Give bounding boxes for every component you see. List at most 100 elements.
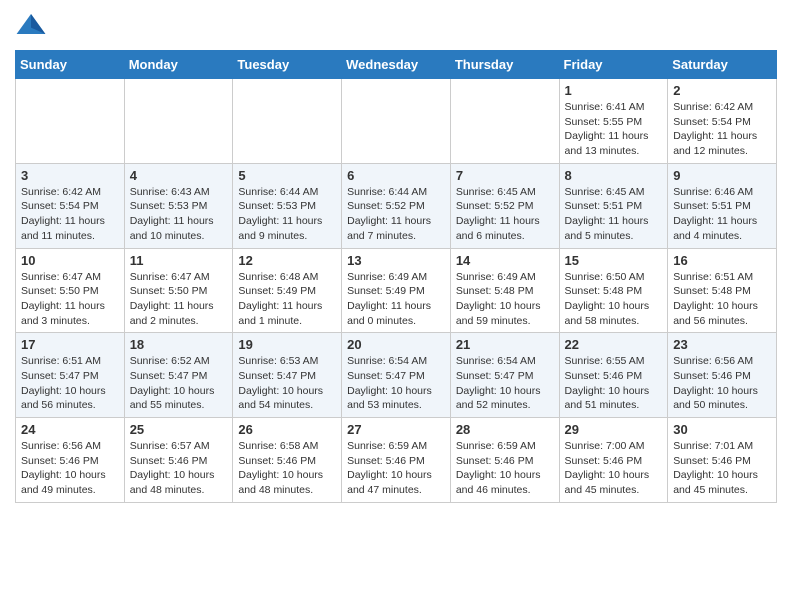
day-number: 14 bbox=[456, 253, 554, 268]
calendar-week-row: 10 Sunrise: 6:47 AM Sunset: 5:50 PM Dayli… bbox=[16, 248, 777, 333]
calendar-cell: 1 Sunrise: 6:41 AM Sunset: 5:55 PM Daylig… bbox=[559, 79, 668, 164]
day-number: 10 bbox=[21, 253, 119, 268]
day-number: 7 bbox=[456, 168, 554, 183]
day-info: Sunrise: 6:42 AM Sunset: 5:54 PM Dayligh… bbox=[21, 185, 119, 244]
calendar-cell: 11 Sunrise: 6:47 AM Sunset: 5:50 PM Dayli… bbox=[124, 248, 233, 333]
calendar-cell: 28Sunrise: 6:59 AM Sunset: 5:46 PM Dayli… bbox=[450, 418, 559, 503]
calendar-cell: 9 Sunrise: 6:46 AM Sunset: 5:51 PM Daylig… bbox=[668, 163, 777, 248]
day-info: Sunrise: 6:45 AM Sunset: 5:52 PM Dayligh… bbox=[456, 185, 554, 244]
calendar-cell: 5 Sunrise: 6:44 AM Sunset: 5:53 PM Daylig… bbox=[233, 163, 342, 248]
day-info: Sunrise: 6:59 AM Sunset: 5:46 PM Dayligh… bbox=[456, 439, 554, 498]
day-number: 9 bbox=[673, 168, 771, 183]
day-number: 24 bbox=[21, 422, 119, 437]
calendar-cell bbox=[450, 79, 559, 164]
day-number: 15 bbox=[565, 253, 663, 268]
day-number: 23 bbox=[673, 337, 771, 352]
day-number: 26 bbox=[238, 422, 336, 437]
calendar-cell: 22 Sunrise: 6:55 AM Sunset: 5:46 PM Dayli… bbox=[559, 333, 668, 418]
calendar-week-row: 24 Sunrise: 6:56 AM Sunset: 5:46 PM Dayli… bbox=[16, 418, 777, 503]
calendar-cell: 19 Sunrise: 6:53 AM Sunset: 5:47 PM Dayli… bbox=[233, 333, 342, 418]
day-of-week-header: Sunday bbox=[16, 51, 125, 79]
day-number: 3 bbox=[21, 168, 119, 183]
day-number: 20 bbox=[347, 337, 445, 352]
day-number: 25 bbox=[130, 422, 228, 437]
calendar-cell: 2 Sunrise: 6:42 AM Sunset: 5:54 PM Daylig… bbox=[668, 79, 777, 164]
calendar-cell: 25 Sunrise: 6:57 AM Sunset: 5:46 PM Dayli… bbox=[124, 418, 233, 503]
day-info: Sunrise: 6:49 AM Sunset: 5:49 PM Dayligh… bbox=[347, 270, 445, 329]
calendar-cell: 4 Sunrise: 6:43 AM Sunset: 5:53 PM Daylig… bbox=[124, 163, 233, 248]
calendar-cell: 20Sunrise: 6:54 AM Sunset: 5:47 PM Dayli… bbox=[342, 333, 451, 418]
day-info: Sunrise: 6:43 AM Sunset: 5:53 PM Dayligh… bbox=[130, 185, 228, 244]
day-of-week-header: Tuesday bbox=[233, 51, 342, 79]
calendar-cell bbox=[124, 79, 233, 164]
day-info: Sunrise: 6:42 AM Sunset: 5:54 PM Dayligh… bbox=[673, 100, 771, 159]
day-number: 8 bbox=[565, 168, 663, 183]
day-number: 4 bbox=[130, 168, 228, 183]
day-number: 27 bbox=[347, 422, 445, 437]
calendar-cell: 23 Sunrise: 6:56 AM Sunset: 5:46 PM Dayli… bbox=[668, 333, 777, 418]
day-info: Sunrise: 6:57 AM Sunset: 5:46 PM Dayligh… bbox=[130, 439, 228, 498]
calendar-cell: 29 Sunrise: 7:00 AM Sunset: 5:46 PM Dayli… bbox=[559, 418, 668, 503]
day-number: 29 bbox=[565, 422, 663, 437]
calendar-table: SundayMondayTuesdayWednesdayThursdayFrid… bbox=[15, 50, 777, 503]
day-info: Sunrise: 7:01 AM Sunset: 5:46 PM Dayligh… bbox=[673, 439, 771, 498]
day-number: 19 bbox=[238, 337, 336, 352]
day-info: Sunrise: 6:55 AM Sunset: 5:46 PM Dayligh… bbox=[565, 354, 663, 413]
day-number: 30 bbox=[673, 422, 771, 437]
day-number: 13 bbox=[347, 253, 445, 268]
calendar-cell: 27Sunrise: 6:59 AM Sunset: 5:46 PM Dayli… bbox=[342, 418, 451, 503]
calendar-week-row: 17Sunrise: 6:51 AM Sunset: 5:47 PM Dayli… bbox=[16, 333, 777, 418]
day-info: Sunrise: 6:53 AM Sunset: 5:47 PM Dayligh… bbox=[238, 354, 336, 413]
day-info: Sunrise: 6:52 AM Sunset: 5:47 PM Dayligh… bbox=[130, 354, 228, 413]
calendar-cell: 30 Sunrise: 7:01 AM Sunset: 5:46 PM Dayli… bbox=[668, 418, 777, 503]
calendar-week-row: 3 Sunrise: 6:42 AM Sunset: 5:54 PM Daylig… bbox=[16, 163, 777, 248]
calendar-cell bbox=[16, 79, 125, 164]
calendar-cell: 14 Sunrise: 6:49 AM Sunset: 5:48 PM Dayli… bbox=[450, 248, 559, 333]
day-info: Sunrise: 6:49 AM Sunset: 5:48 PM Dayligh… bbox=[456, 270, 554, 329]
day-info: Sunrise: 6:47 AM Sunset: 5:50 PM Dayligh… bbox=[130, 270, 228, 329]
day-of-week-header: Wednesday bbox=[342, 51, 451, 79]
day-info: Sunrise: 6:44 AM Sunset: 5:52 PM Dayligh… bbox=[347, 185, 445, 244]
page-header bbox=[15, 10, 777, 42]
calendar-cell: 15Sunrise: 6:50 AM Sunset: 5:48 PM Dayli… bbox=[559, 248, 668, 333]
day-info: Sunrise: 6:51 AM Sunset: 5:47 PM Dayligh… bbox=[21, 354, 119, 413]
day-info: Sunrise: 6:47 AM Sunset: 5:50 PM Dayligh… bbox=[21, 270, 119, 329]
calendar-cell: 12Sunrise: 6:48 AM Sunset: 5:49 PM Dayli… bbox=[233, 248, 342, 333]
calendar-cell: 16 Sunrise: 6:51 AM Sunset: 5:48 PM Dayli… bbox=[668, 248, 777, 333]
day-info: Sunrise: 6:56 AM Sunset: 5:46 PM Dayligh… bbox=[673, 354, 771, 413]
day-number: 11 bbox=[130, 253, 228, 268]
day-info: Sunrise: 6:41 AM Sunset: 5:55 PM Dayligh… bbox=[565, 100, 663, 159]
calendar-week-row: 1 Sunrise: 6:41 AM Sunset: 5:55 PM Daylig… bbox=[16, 79, 777, 164]
day-info: Sunrise: 6:48 AM Sunset: 5:49 PM Dayligh… bbox=[238, 270, 336, 329]
calendar-cell: 7 Sunrise: 6:45 AM Sunset: 5:52 PM Daylig… bbox=[450, 163, 559, 248]
calendar-cell: 6 Sunrise: 6:44 AM Sunset: 5:52 PM Daylig… bbox=[342, 163, 451, 248]
calendar-cell: 3 Sunrise: 6:42 AM Sunset: 5:54 PM Daylig… bbox=[16, 163, 125, 248]
calendar-cell: 8 Sunrise: 6:45 AM Sunset: 5:51 PM Daylig… bbox=[559, 163, 668, 248]
day-info: Sunrise: 6:45 AM Sunset: 5:51 PM Dayligh… bbox=[565, 185, 663, 244]
day-info: Sunrise: 6:54 AM Sunset: 5:47 PM Dayligh… bbox=[456, 354, 554, 413]
calendar-cell: 10 Sunrise: 6:47 AM Sunset: 5:50 PM Dayli… bbox=[16, 248, 125, 333]
logo bbox=[15, 10, 51, 42]
day-info: Sunrise: 6:44 AM Sunset: 5:53 PM Dayligh… bbox=[238, 185, 336, 244]
day-number: 6 bbox=[347, 168, 445, 183]
calendar-body: 1 Sunrise: 6:41 AM Sunset: 5:55 PM Daylig… bbox=[16, 79, 777, 503]
calendar-cell: 18 Sunrise: 6:52 AM Sunset: 5:47 PM Dayli… bbox=[124, 333, 233, 418]
calendar-cell: 17Sunrise: 6:51 AM Sunset: 5:47 PM Dayli… bbox=[16, 333, 125, 418]
day-number: 5 bbox=[238, 168, 336, 183]
day-of-week-header: Friday bbox=[559, 51, 668, 79]
day-info: Sunrise: 6:56 AM Sunset: 5:46 PM Dayligh… bbox=[21, 439, 119, 498]
day-number: 2 bbox=[673, 83, 771, 98]
day-number: 22 bbox=[565, 337, 663, 352]
day-number: 18 bbox=[130, 337, 228, 352]
day-of-week-header: Thursday bbox=[450, 51, 559, 79]
logo-icon bbox=[15, 10, 47, 42]
day-info: Sunrise: 7:00 AM Sunset: 5:46 PM Dayligh… bbox=[565, 439, 663, 498]
calendar-cell: 13 Sunrise: 6:49 AM Sunset: 5:49 PM Dayli… bbox=[342, 248, 451, 333]
day-info: Sunrise: 6:51 AM Sunset: 5:48 PM Dayligh… bbox=[673, 270, 771, 329]
day-info: Sunrise: 6:46 AM Sunset: 5:51 PM Dayligh… bbox=[673, 185, 771, 244]
day-number: 21 bbox=[456, 337, 554, 352]
day-number: 1 bbox=[565, 83, 663, 98]
calendar-cell: 26Sunrise: 6:58 AM Sunset: 5:46 PM Dayli… bbox=[233, 418, 342, 503]
day-of-week-header: Saturday bbox=[668, 51, 777, 79]
day-number: 16 bbox=[673, 253, 771, 268]
